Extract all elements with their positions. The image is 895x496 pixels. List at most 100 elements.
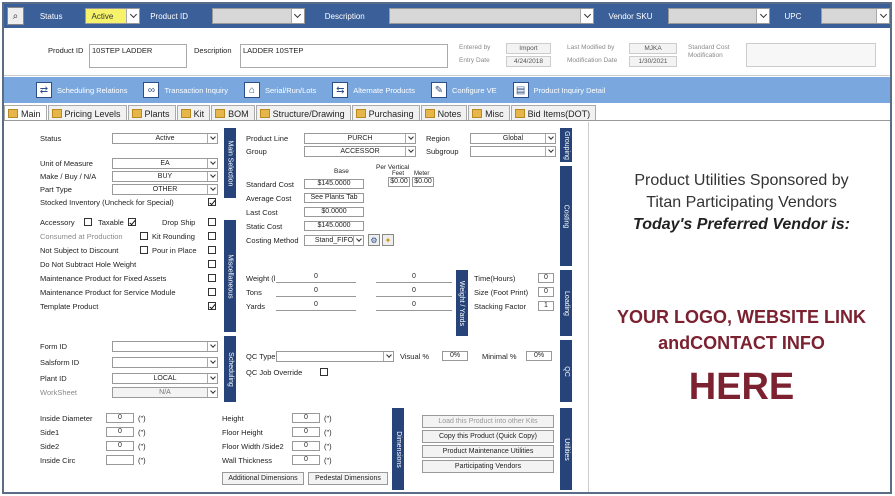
worksheet-dropdown[interactable]: N/A [112, 387, 218, 398]
tab-icon [180, 109, 191, 118]
quick-copy-button[interactable]: Copy this Product (Quick Copy) [422, 430, 554, 443]
tons-field-2[interactable]: 0 [376, 287, 452, 297]
subgroup-dropdown[interactable] [470, 146, 556, 157]
hole-weight-checkbox[interactable] [208, 260, 216, 268]
weight-field-2[interactable]: 0 [376, 273, 452, 283]
form-id-dropdown[interactable] [112, 341, 218, 352]
configure-ve-button[interactable]: ✎ Configure VE [430, 82, 497, 98]
participating-vendors-button[interactable]: Participating Vendors [422, 460, 554, 473]
chevron-down-icon [207, 342, 217, 351]
status-filter[interactable]: Active [84, 8, 141, 24]
wall-thickness-field[interactable]: 0 [292, 455, 320, 465]
height-label: Height [222, 414, 244, 423]
visual-percent-field[interactable]: 0% [442, 351, 468, 361]
side2-field[interactable]: 0 [106, 441, 134, 451]
floor-height-field[interactable]: 0 [292, 427, 320, 437]
transaction-inquiry-button[interactable]: ∞ Transaction Inquiry [143, 82, 228, 98]
pour-in-place-checkbox[interactable] [208, 246, 216, 254]
standard-cost-modification-value [746, 43, 876, 67]
additional-dimensions-button[interactable]: Additional Dimensions [222, 472, 304, 485]
consumed-checkbox[interactable] [140, 232, 148, 240]
gear-icon: ⚙ [370, 235, 378, 245]
costing-help-button[interactable]: ✦ [382, 234, 394, 246]
yards-field[interactable]: 0 [276, 301, 356, 311]
tab-structure-drawing[interactable]: Structure/Drawing [255, 105, 351, 120]
maintenance-utilities-button[interactable]: Product Maintenance Utilities [422, 445, 554, 458]
product-header: Product ID 10STEP LADDER Description LAD… [4, 28, 890, 76]
tab-misc[interactable]: Misc [468, 105, 510, 120]
salsform-id-dropdown[interactable] [112, 357, 218, 368]
service-module-checkbox[interactable] [208, 288, 216, 296]
taxable-checkbox[interactable] [128, 218, 136, 226]
height-field[interactable]: 0 [292, 413, 320, 423]
product-id-filter[interactable] [212, 8, 305, 24]
load-into-kits-button[interactable]: Load this Product into other Kits [422, 415, 554, 428]
kit-rounding-checkbox[interactable] [208, 232, 216, 240]
vendor-logo-placeholder[interactable]: YOUR LOGO, WEBSITE LINK andCONTACT INFO [589, 304, 890, 356]
product-id-field[interactable]: 10STEP LADDER [89, 44, 187, 68]
floor-width-field[interactable]: 0 [292, 441, 320, 451]
upc-filter[interactable] [821, 8, 890, 24]
status-dropdown[interactable]: Active [112, 133, 218, 144]
qc-job-override-checkbox[interactable] [320, 368, 328, 376]
tab-purchasing[interactable]: Purchasing [351, 105, 420, 120]
product-id-label: Product ID [48, 46, 84, 55]
tab-plants[interactable]: Plants [127, 105, 176, 120]
static-cost-field[interactable]: $145.0000 [304, 221, 364, 231]
last-cost-field[interactable]: $0.0000 [304, 207, 364, 217]
scheduling-relations-button[interactable]: ⇄ Scheduling Relations [36, 82, 127, 98]
description-field[interactable]: LADDER 10STEP [240, 44, 448, 68]
hole-weight-label: Do Not Subtract Hole Weight [40, 260, 137, 269]
tab-bom[interactable]: BOM [211, 105, 255, 120]
meter-cost-field[interactable]: $0.00 [412, 177, 434, 187]
region-dropdown[interactable]: Global [470, 133, 556, 144]
qc-type-dropdown[interactable] [276, 351, 394, 362]
standard-cost-label: Standard Cost [246, 180, 294, 189]
costing-method-dropdown[interactable]: Stand_FIFO [304, 235, 364, 246]
serial-run-lots-button[interactable]: ⌂ Serial/Run/Lots [243, 82, 316, 98]
plant-id-dropdown[interactable]: LOCAL [112, 373, 218, 384]
tons-field[interactable]: 0 [276, 287, 356, 297]
part-type-dropdown[interactable]: OTHER [112, 184, 218, 195]
time-hours-field[interactable]: 0 [538, 273, 554, 283]
tab-pricing-levels[interactable]: Pricing Levels [47, 105, 127, 120]
standard-cost-field[interactable]: $145.0000 [304, 179, 364, 189]
sponsor-line-1: Product Utilities Sponsored by [634, 172, 849, 189]
accessory-checkbox[interactable] [84, 218, 92, 226]
feet-cost-field[interactable]: $0.00 [388, 177, 410, 187]
product-inquiry-detail-button[interactable]: ▤ Product Inquiry Detail [512, 82, 605, 98]
tab-kit[interactable]: Kit [176, 105, 211, 120]
part-type-value: OTHER [152, 186, 178, 193]
pedestal-dimensions-button[interactable]: Pedestal Dimensions [308, 472, 388, 485]
side1-field[interactable]: 0 [106, 427, 134, 437]
filter-bar: ⌕ Status Active Product ID Description V… [4, 4, 890, 28]
uom-dropdown[interactable]: EA [112, 158, 218, 169]
alternate-products-button[interactable]: ⇆ Alternate Products [332, 82, 415, 98]
yards-field-2[interactable]: 0 [376, 301, 452, 311]
group-dropdown[interactable]: ACCESSOR [304, 146, 416, 157]
drop-ship-checkbox[interactable] [208, 218, 216, 226]
tab-icon [8, 109, 18, 118]
make-buy-dropdown[interactable]: BUY [112, 171, 218, 182]
average-cost-field[interactable]: See Plants Tab [304, 193, 364, 203]
search-button[interactable]: ⌕ [7, 7, 24, 25]
stacking-factor-field[interactable]: 1 [538, 301, 554, 311]
inside-circ-field[interactable] [106, 455, 134, 465]
weight-field[interactable]: 0 [276, 273, 356, 283]
stocked-checkbox[interactable] [208, 198, 216, 206]
tab-main[interactable]: Main [4, 105, 47, 120]
description-filter[interactable] [388, 8, 595, 24]
chevron-down-icon [207, 134, 217, 143]
fixed-assets-checkbox[interactable] [208, 274, 216, 282]
tab-notes[interactable]: Notes [420, 105, 468, 120]
not-discount-checkbox[interactable] [140, 246, 148, 254]
side-label: Scheduling [226, 351, 234, 387]
size-footprint-field[interactable]: 0 [538, 287, 554, 297]
vendor-sku-filter[interactable] [668, 8, 771, 24]
tab-bid-items[interactable]: Bid Items(DOT) [510, 105, 597, 120]
inside-diameter-field[interactable]: 0 [106, 413, 134, 423]
costing-settings-button[interactable]: ⚙ [368, 234, 380, 246]
product-line-dropdown[interactable]: PURCH [304, 133, 416, 144]
minimal-percent-field[interactable]: 0% [526, 351, 552, 361]
template-product-checkbox[interactable] [208, 302, 216, 310]
